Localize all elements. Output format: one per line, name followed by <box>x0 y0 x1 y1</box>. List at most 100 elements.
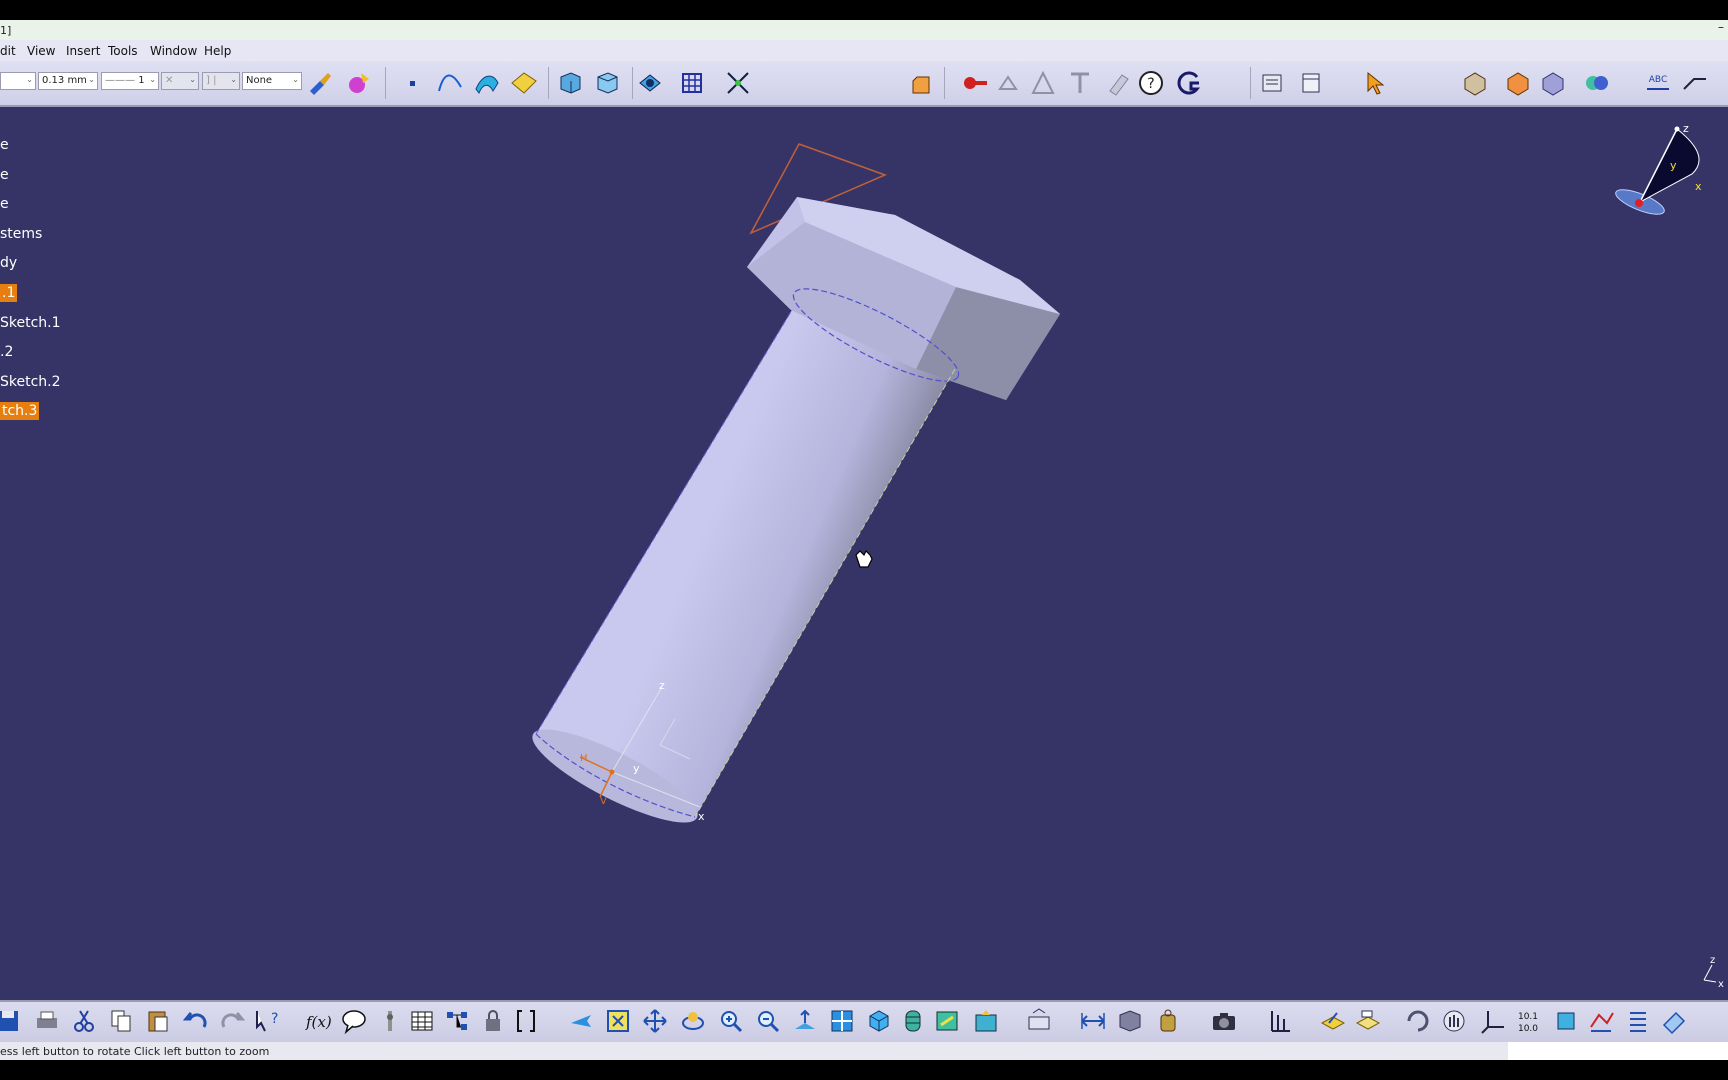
paste-button[interactable] <box>144 1007 172 1035</box>
multi-view-button[interactable] <box>828 1007 856 1035</box>
thickness-combo[interactable]: 0.13 mm ⌄ <box>38 72 98 90</box>
linetype-combo[interactable]: ] | ⌄ <box>202 72 240 90</box>
update-button[interactable] <box>1025 1007 1053 1035</box>
dimension-button[interactable] <box>1266 1007 1294 1035</box>
layer-combo[interactable]: None ⌄ <box>242 72 302 90</box>
bolt-model[interactable]: z y x H V z y x z x <box>0 107 1728 1000</box>
normal-view-button[interactable] <box>791 1007 819 1035</box>
sketch-button[interactable] <box>1319 1007 1347 1035</box>
point-button[interactable] <box>399 69 427 97</box>
geometry-button[interactable] <box>996 69 1024 97</box>
color-combo[interactable]: ⌄ <box>0 72 36 90</box>
key-button[interactable] <box>961 69 989 97</box>
measure-item-button[interactable] <box>1116 1007 1144 1035</box>
copy-button[interactable] <box>107 1007 135 1035</box>
decimal-button[interactable]: 10.1 10.0 <box>1514 1007 1542 1035</box>
snap-button[interactable] <box>1404 1007 1432 1035</box>
dimension-icon <box>1271 1011 1290 1032</box>
print-button[interactable] <box>33 1007 61 1035</box>
svg-text:10.0: 10.0 <box>1518 1024 1538 1034</box>
pan-button[interactable] <box>641 1007 669 1035</box>
grid-button[interactable] <box>678 69 706 97</box>
design-table-button[interactable] <box>408 1007 436 1035</box>
undo-button[interactable] <box>182 1007 210 1035</box>
pad-icon <box>1557 1012 1575 1030</box>
tools-button[interactable] <box>907 69 935 97</box>
zoom-out-button[interactable] <box>754 1007 782 1035</box>
component-button[interactable] <box>1539 69 1567 97</box>
lock-button[interactable] <box>480 1007 508 1035</box>
formula-button[interactable]: f(x) <box>304 1007 332 1035</box>
flag-note-button[interactable] <box>1104 69 1132 97</box>
view-back-button[interactable] <box>593 69 621 97</box>
text-button[interactable] <box>1066 69 1094 97</box>
local-y-label: y <box>633 762 640 775</box>
rotate-button[interactable] <box>679 1007 707 1035</box>
shading-button[interactable] <box>899 1007 927 1035</box>
hand-select-button[interactable] <box>1440 1007 1468 1035</box>
clash-button[interactable] <box>1583 69 1611 97</box>
point-type-combo[interactable]: ✕ ⌄ <box>161 72 199 90</box>
table-button[interactable] <box>1297 69 1325 97</box>
catalog-button[interactable] <box>443 1007 471 1035</box>
line-type-combo[interactable]: ——— 1 ⌄ <box>101 72 159 90</box>
bracket-button[interactable] <box>512 1007 540 1035</box>
measure-between-button[interactable] <box>1079 1007 1107 1035</box>
lock-icon <box>486 1010 500 1031</box>
window-minimize-button[interactable]: – <box>1718 20 1724 34</box>
command-input[interactable] <box>1508 1042 1728 1060</box>
axis-button[interactable] <box>1480 1007 1508 1035</box>
speech-bubble-icon <box>342 1010 366 1035</box>
redo-button[interactable] <box>218 1007 246 1035</box>
zoom-in-button[interactable] <box>717 1007 745 1035</box>
pad-button[interactable] <box>1552 1007 1580 1035</box>
constraint-button[interactable] <box>724 69 752 97</box>
fly-mode-button[interactable] <box>567 1007 595 1035</box>
hide-button[interactable] <box>933 1007 961 1035</box>
spline-button[interactable] <box>436 69 464 97</box>
positioned-sketch-button[interactable] <box>1354 1007 1382 1035</box>
menu-tools[interactable]: Tools <box>108 44 138 58</box>
menu-view[interactable]: View <box>27 44 55 58</box>
bracket-icon <box>517 1010 535 1032</box>
layer-value: None <box>246 75 273 86</box>
sweep-button[interactable] <box>473 69 501 97</box>
constraint-bottom-button[interactable] <box>1587 1007 1615 1035</box>
annotation-button[interactable] <box>1029 69 1057 97</box>
whats-this-button[interactable]: ? <box>251 1007 279 1035</box>
menu-edit[interactable]: dit <box>0 44 16 58</box>
plane-button[interactable] <box>510 69 538 97</box>
fit-all-button[interactable] <box>604 1007 632 1035</box>
help-button[interactable]: ? <box>1137 69 1165 97</box>
svg-text:?: ? <box>271 1011 278 1027</box>
menu-help[interactable]: Help <box>204 44 231 58</box>
spline-icon <box>438 74 462 92</box>
eraser-button[interactable] <box>1660 1007 1688 1035</box>
cut-button[interactable] <box>70 1007 98 1035</box>
swap-visible-button[interactable] <box>972 1007 1000 1035</box>
law-button[interactable] <box>376 1007 404 1035</box>
workbench-button[interactable] <box>1175 69 1203 97</box>
3d-viewport[interactable]: e e e stems dy .1 Sketch.1 .2 Sketch.2 t… <box>0 107 1728 1000</box>
apply-material-button[interactable] <box>345 69 373 97</box>
menu-window[interactable]: Window <box>150 44 197 58</box>
list-button[interactable] <box>1624 1007 1652 1035</box>
save-button[interactable] <box>0 1007 22 1035</box>
paintbrush-button[interactable] <box>306 69 334 97</box>
save-icon <box>0 1011 18 1031</box>
iso-view-button[interactable] <box>865 1007 893 1035</box>
knowledge-button[interactable] <box>340 1007 368 1035</box>
menu-insert[interactable]: Insert <box>66 44 100 58</box>
abc-measure-button[interactable]: ABC <box>1644 69 1672 97</box>
product-button[interactable] <box>1504 69 1532 97</box>
capture-button[interactable] <box>1210 1007 1238 1035</box>
assembly-button[interactable] <box>1461 69 1489 97</box>
properties-button[interactable] <box>1258 69 1286 97</box>
view-front-button[interactable] <box>556 69 584 97</box>
compass-widget[interactable]: z y x <box>1613 122 1702 219</box>
measure-inertia-button[interactable] <box>1154 1007 1182 1035</box>
select-button[interactable] <box>1361 69 1389 97</box>
hide-icon <box>936 1011 958 1031</box>
hide-show-button[interactable] <box>636 69 664 97</box>
leader-button[interactable] <box>1680 69 1708 97</box>
